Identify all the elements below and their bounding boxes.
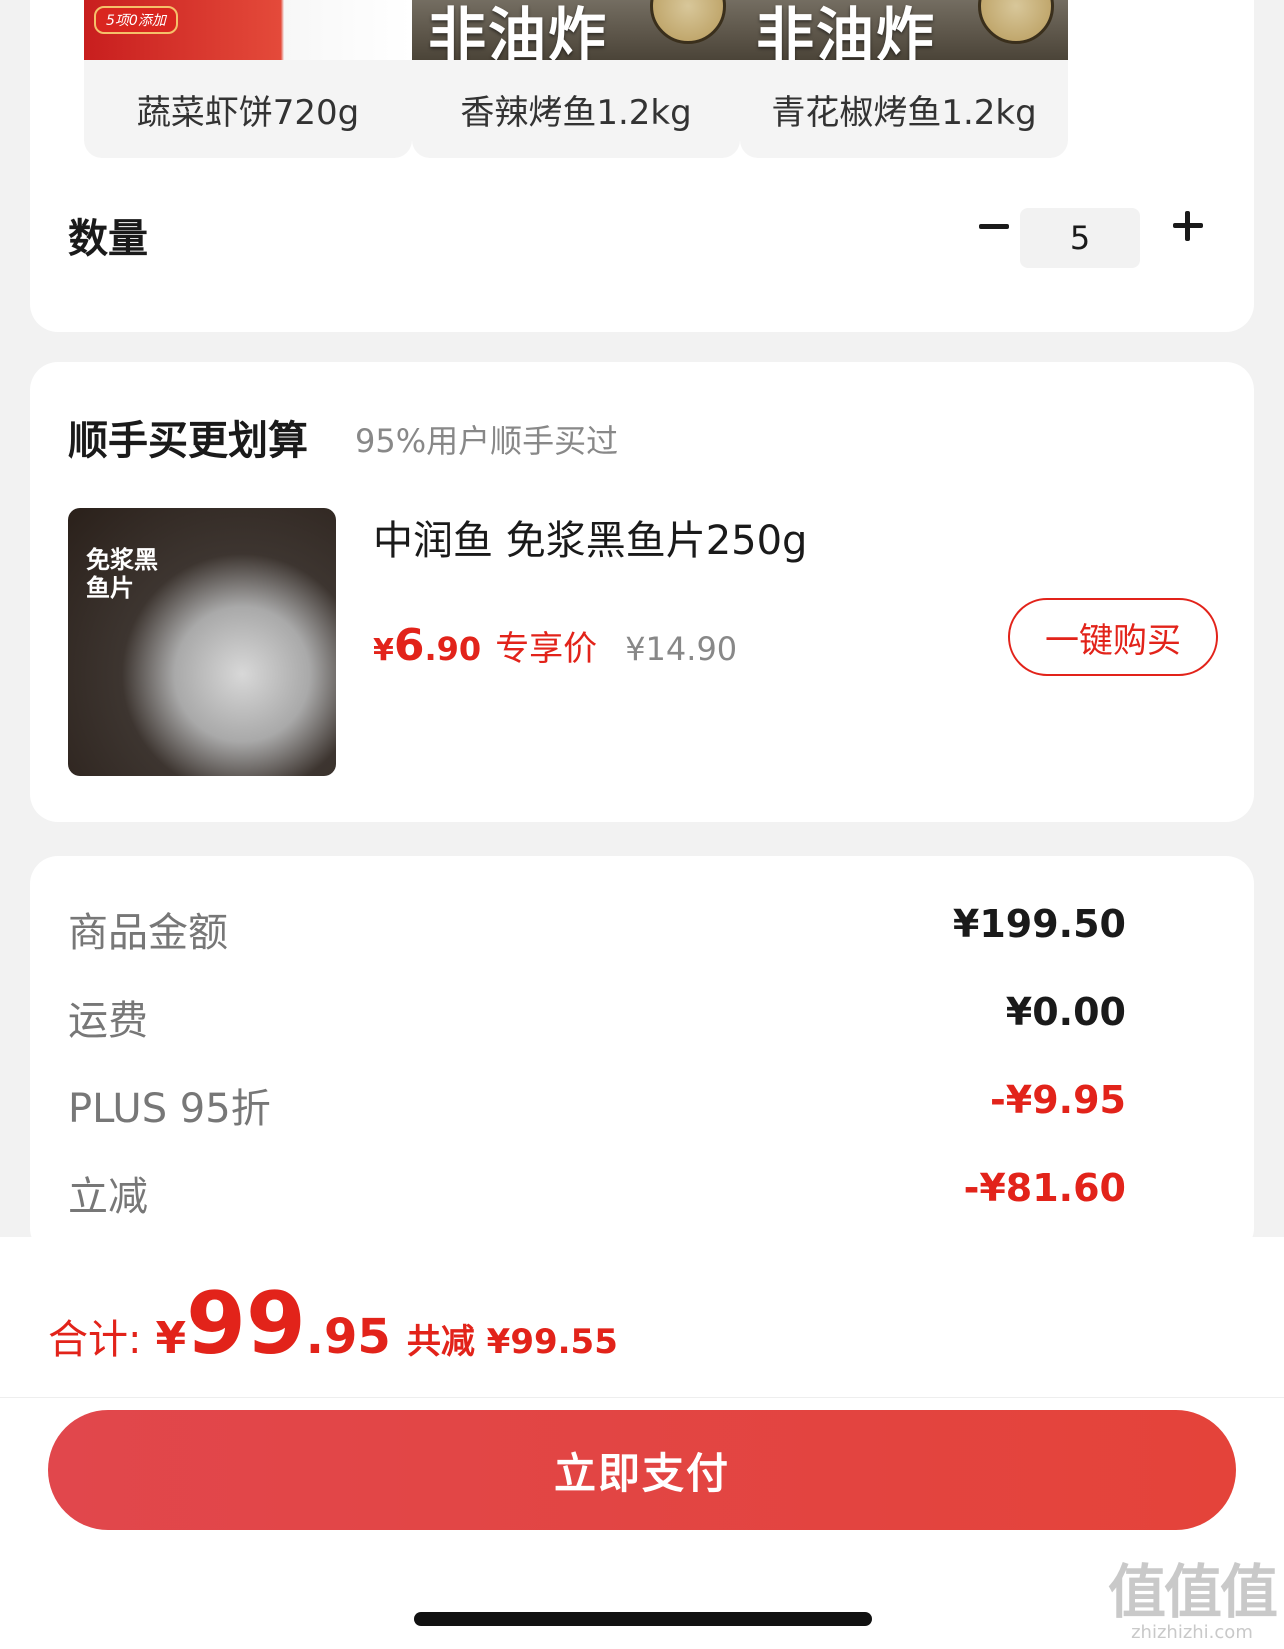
minus-icon[interactable] — [964, 196, 1024, 256]
variant-image: 非油炸 — [412, 0, 740, 60]
addon-card: 顺手买更划算 95%用户顺手买过 免浆黑鱼片 中润鱼 免浆黑鱼片250g ¥ 6… — [30, 362, 1254, 822]
watermark: 值值值 zhizhizhi.com — [1107, 1558, 1278, 1643]
detail-label: 运费 — [68, 998, 148, 1044]
variant-card: 5项0添加 蔬菜虾饼720g 非油炸 香辣烤鱼1.2kg 非油炸 青花椒烤鱼1.… — [30, 0, 1254, 332]
detail-value: ¥199.50 — [952, 902, 1126, 946]
variant-option-2[interactable]: 非油炸 香辣烤鱼1.2kg — [412, 0, 740, 158]
variant-overlay-text: 非油炸 — [428, 1, 609, 60]
pay-now-button[interactable]: 立即支付 — [48, 1410, 1236, 1530]
addon-price: ¥ 6 .90 专享价 ¥14.90 — [373, 620, 737, 671]
watermark-logo: 值值值 — [1107, 1558, 1278, 1626]
addon-title: 顺手买更划算 — [68, 418, 308, 464]
detail-value: -¥9.95 — [990, 1078, 1126, 1122]
price-currency: ¥ — [373, 633, 394, 668]
price-detail-card: 商品金额 ¥199.50 运费 ¥0.00 PLUS 95折 -¥9.95 立减… — [30, 856, 1254, 1256]
detail-label: 商品金额 — [68, 910, 228, 956]
addon-product-image[interactable]: 免浆黑鱼片 — [68, 508, 336, 776]
detail-value: ¥0.00 — [1005, 990, 1126, 1034]
variant-label: 青花椒烤鱼1.2kg — [771, 92, 1037, 133]
one-click-buy-button[interactable]: 一键购买 — [1008, 598, 1218, 676]
plus-icon[interactable] — [1158, 196, 1218, 256]
detail-label: PLUS 95折 — [68, 1086, 271, 1132]
total-label: 合计: — [48, 1317, 142, 1363]
total-currency: ¥ — [155, 1313, 187, 1364]
home-indicator[interactable] — [414, 1612, 872, 1626]
thumb-text: 免浆黑鱼片 — [86, 546, 158, 602]
price-tag: 专享价 — [495, 629, 598, 669]
price-integer: 6 — [393, 620, 425, 671]
variant-option-1[interactable]: 5项0添加 蔬菜虾饼720g — [84, 0, 412, 158]
variant-badge: 5项0添加 — [94, 6, 178, 34]
variant-label: 蔬菜虾饼720g — [136, 92, 360, 133]
total-decimal: .95 — [305, 1309, 391, 1365]
total-integer: 99 — [186, 1274, 306, 1374]
quantity-label: 数量 — [68, 216, 148, 262]
price-decimal: .90 — [424, 630, 482, 668]
total-row: 合计: ¥ 99 .95 共减 ¥99.55 — [48, 1281, 618, 1367]
variant-image: 非油炸 — [740, 0, 1068, 60]
addon-subtitle: 95%用户顺手买过 — [355, 422, 619, 460]
original-price: ¥14.90 — [625, 630, 738, 668]
addon-product-name[interactable]: 中润鱼 免浆黑鱼片250g — [373, 508, 807, 566]
seal-icon — [978, 0, 1054, 44]
checkout-bar: 合计: ¥ 99 .95 共减 ¥99.55 立即支付 值值值 zhizhizh… — [0, 1237, 1284, 1649]
watermark-site: zhizhizhi.com — [1131, 1622, 1253, 1643]
detail-value: -¥81.60 — [963, 1166, 1126, 1210]
variant-option-3[interactable]: 非油炸 青花椒烤鱼1.2kg — [740, 0, 1068, 158]
quantity-input[interactable]: 5 — [1020, 208, 1140, 268]
variant-label: 香辣烤鱼1.2kg — [460, 92, 692, 133]
variant-overlay-text: 非油炸 — [756, 1, 937, 60]
total-savings: 共减 ¥99.55 — [406, 1322, 618, 1362]
detail-label: 立减 — [68, 1174, 148, 1220]
seal-icon — [650, 0, 726, 44]
variant-image: 5项0添加 — [84, 0, 412, 60]
divider — [0, 1397, 1284, 1398]
